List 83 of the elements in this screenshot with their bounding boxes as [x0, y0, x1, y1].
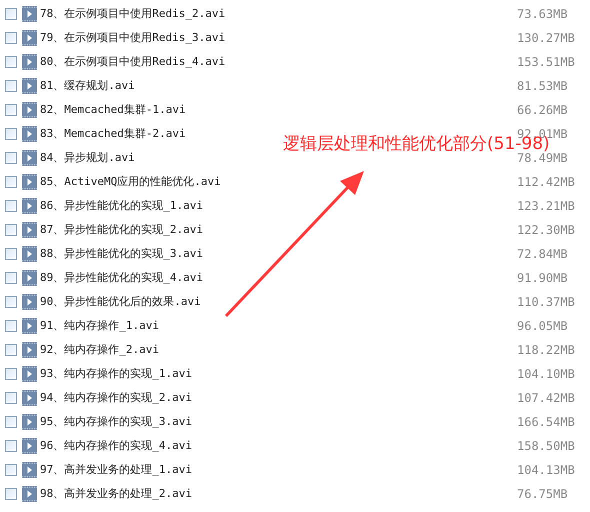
file-size: 107.42MB: [517, 390, 575, 407]
video-file-icon: [22, 174, 37, 190]
video-file-icon: [22, 294, 37, 310]
file-size: 81.53MB: [517, 78, 568, 95]
checkbox[interactable]: [5, 488, 17, 500]
video-file-icon: [22, 270, 37, 286]
file-name[interactable]: 83、Memcached集群-2.avi: [40, 126, 186, 142]
video-file-icon: [22, 486, 37, 502]
file-size: 130.27MB: [517, 30, 575, 47]
checkbox[interactable]: [5, 368, 17, 380]
video-file-icon: [22, 462, 37, 478]
file-name[interactable]: 92、纯内存操作_2.avi: [40, 342, 159, 358]
video-file-icon: [22, 150, 37, 166]
checkbox[interactable]: [5, 104, 17, 116]
checkbox[interactable]: [5, 56, 17, 68]
file-size: 158.50MB: [517, 438, 575, 455]
checkbox[interactable]: [5, 80, 17, 92]
file-size: 153.51MB: [517, 54, 575, 71]
video-file-icon: [22, 222, 37, 238]
file-name[interactable]: 82、Memcached集群-1.avi: [40, 102, 186, 118]
file-name[interactable]: 84、异步规划.avi: [40, 150, 135, 166]
file-name[interactable]: 95、纯内存操作的实现_3.avi: [40, 414, 192, 430]
file-name[interactable]: 94、纯内存操作的实现_2.avi: [40, 390, 192, 406]
video-file-icon: [22, 438, 37, 454]
video-file-icon: [22, 126, 37, 142]
checkbox[interactable]: [5, 152, 17, 164]
file-size: 72.84MB: [517, 246, 568, 263]
file-name[interactable]: 79、在示例项目中使用Redis_3.avi: [40, 30, 226, 46]
checkbox[interactable]: [5, 440, 17, 452]
video-file-icon: [22, 30, 37, 46]
checkbox[interactable]: [5, 128, 17, 140]
file-name[interactable]: 90、异步性能优化后的效果.avi: [40, 294, 201, 310]
file-size: 91.90MB: [517, 270, 568, 287]
file-size: 104.13MB: [517, 462, 575, 479]
file-size: 96.05MB: [517, 318, 568, 335]
file-name[interactable]: 96、纯内存操作的实现_4.avi: [40, 438, 192, 454]
file-name[interactable]: 80、在示例项目中使用Redis_4.avi: [40, 54, 226, 70]
file-name[interactable]: 93、纯内存操作的实现_1.avi: [40, 366, 192, 382]
video-file-icon: [22, 342, 37, 358]
file-name[interactable]: 88、异步性能优化的实现_3.avi: [40, 246, 203, 262]
file-size: 122.30MB: [517, 222, 575, 239]
video-file-icon: [22, 318, 37, 334]
video-file-icon: [22, 54, 37, 70]
file-size: 118.22MB: [517, 342, 575, 359]
file-size: 123.21MB: [517, 198, 575, 215]
file-size: 66.26MB: [517, 102, 568, 119]
file-name[interactable]: 86、异步性能优化的实现_1.avi: [40, 198, 203, 214]
checkbox[interactable]: [5, 8, 17, 20]
checkbox[interactable]: [5, 344, 17, 356]
checkbox[interactable]: [5, 272, 17, 284]
video-file-icon: [22, 390, 37, 406]
checkbox[interactable]: [5, 464, 17, 476]
file-size: 110.37MB: [517, 294, 575, 311]
video-file-icon: [22, 246, 37, 262]
file-name[interactable]: 89、异步性能优化的实现_4.avi: [40, 270, 203, 286]
checkbox[interactable]: [5, 224, 17, 236]
file-size: 112.42MB: [517, 174, 575, 191]
checkbox[interactable]: [5, 416, 17, 428]
video-file-icon: [22, 102, 37, 118]
file-size: 104.10MB: [517, 366, 575, 383]
checkbox[interactable]: [5, 200, 17, 212]
file-name[interactable]: 85、ActiveMQ应用的性能优化.avi: [40, 174, 221, 190]
file-name[interactable]: 98、高并发业务的处理_2.avi: [40, 486, 192, 502]
file-size: 76.75MB: [517, 486, 568, 503]
file-size: 166.54MB: [517, 414, 575, 431]
file-name[interactable]: 78、在示例项目中使用Redis_2.avi: [40, 6, 226, 22]
video-file-icon: [22, 6, 37, 22]
video-file-icon: [22, 198, 37, 214]
checkbox[interactable]: [5, 296, 17, 308]
file-name[interactable]: 97、高并发业务的处理_1.avi: [40, 462, 192, 478]
checkbox[interactable]: [5, 176, 17, 188]
file-name[interactable]: 91、纯内存操作_1.avi: [40, 318, 159, 334]
video-file-icon: [22, 78, 37, 94]
checkbox[interactable]: [5, 248, 17, 260]
video-file-icon: [22, 414, 37, 430]
checkbox[interactable]: [5, 320, 17, 332]
checkbox[interactable]: [5, 32, 17, 44]
file-size: 78.49MB: [517, 151, 568, 167]
file-name[interactable]: 81、缓存规划.avi: [40, 78, 135, 94]
file-name[interactable]: 87、异步性能优化的实现_2.avi: [40, 222, 203, 238]
video-file-icon: [22, 366, 37, 382]
file-size: 73.63MB: [517, 6, 568, 23]
checkbox[interactable]: [5, 392, 17, 404]
